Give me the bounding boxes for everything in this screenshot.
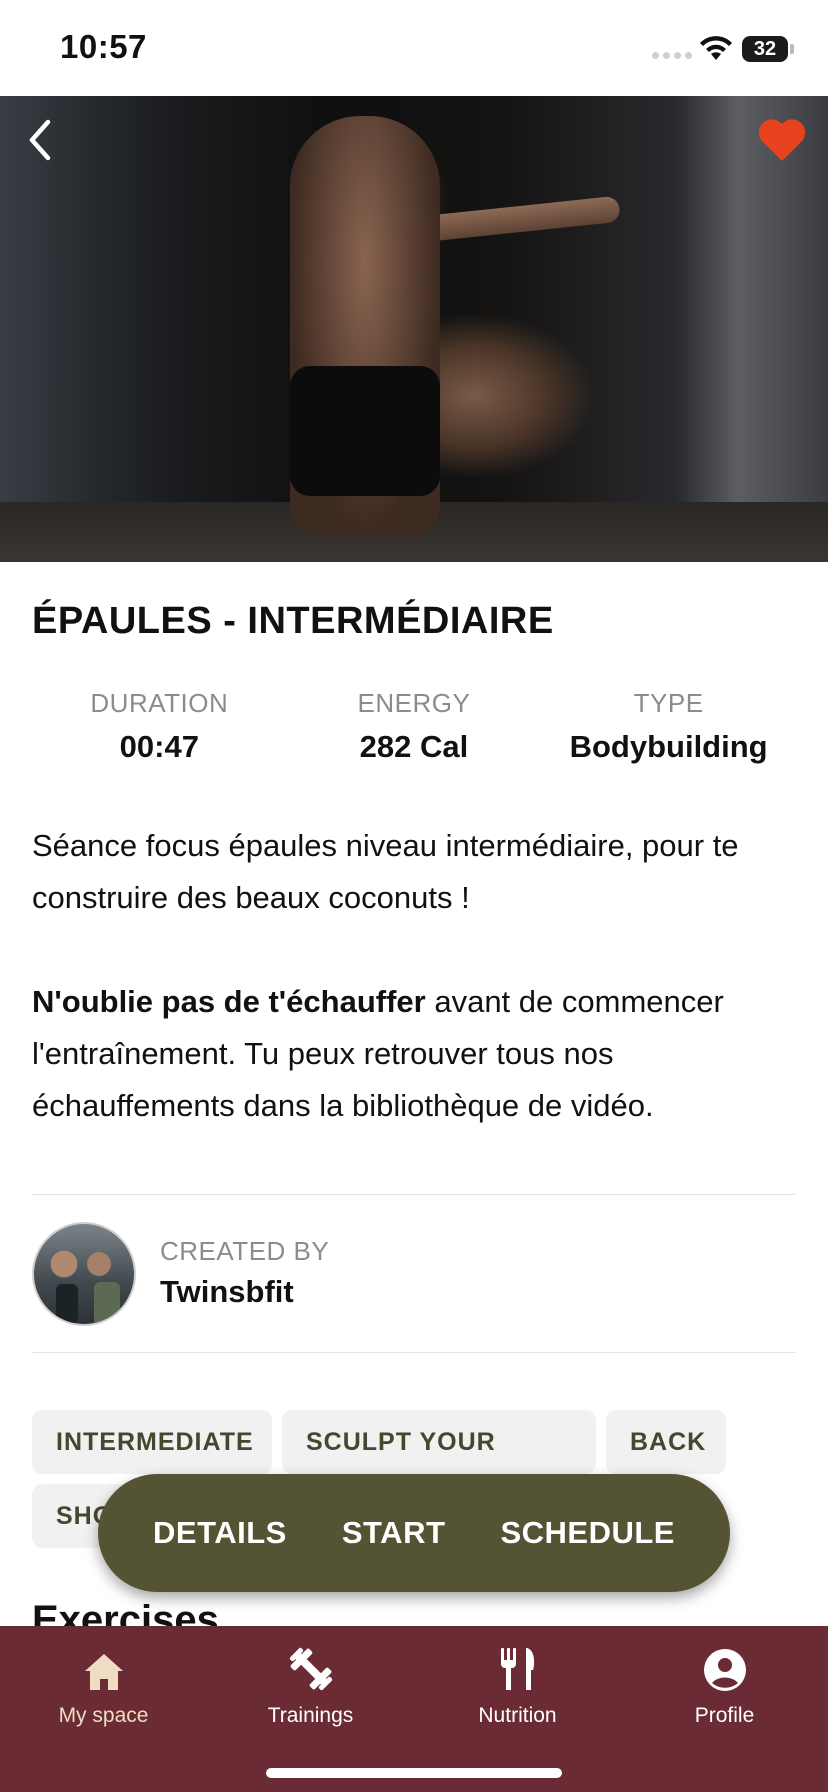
creator-label: CREATED BY xyxy=(160,1236,330,1266)
tab-label: Trainings xyxy=(267,1704,354,1727)
creator-card[interactable]: CREATED BY Twinsbfit xyxy=(32,1222,796,1326)
workout-hero-image xyxy=(0,96,828,562)
tag-chip[interactable]: SCULPT YOUR BODY xyxy=(282,1410,596,1520)
home-indicator[interactable] xyxy=(266,1768,562,1778)
tab-my-space[interactable]: My space xyxy=(0,1638,207,1728)
stat-label: DURATION xyxy=(90,688,229,718)
tab-label: Profile xyxy=(694,1704,755,1727)
schedule-button[interactable]: SCHEDULE xyxy=(500,1515,675,1551)
favorite-heart-icon[interactable] xyxy=(756,116,808,164)
start-button[interactable]: START xyxy=(342,1515,446,1551)
stat-value: 00:47 xyxy=(119,729,199,764)
tab-trainings[interactable]: Trainings xyxy=(207,1638,414,1728)
stat-duration: DURATION 00:47 xyxy=(32,688,287,765)
stat-value: 282 Cal xyxy=(359,729,469,764)
stat-label: TYPE xyxy=(633,688,704,718)
workout-action-bar: DETAILS START SCHEDULE xyxy=(98,1474,730,1592)
creator-avatar[interactable] xyxy=(32,1222,136,1326)
stat-energy: ENERGY 282 Cal xyxy=(287,688,542,765)
tab-label: My space xyxy=(58,1704,149,1727)
tab-label: Nutrition xyxy=(478,1704,557,1727)
divider xyxy=(32,1352,796,1353)
status-bar: 10:57 32 xyxy=(0,0,828,96)
home-icon xyxy=(84,1654,123,1690)
stat-label: ENERGY xyxy=(357,688,471,718)
workout-description: Séance focus épaules niveau intermédiair… xyxy=(32,820,802,1132)
tab-profile[interactable]: Profile xyxy=(621,1638,828,1728)
workout-stats: DURATION 00:47 ENERGY 282 Cal TYPE Bodyb… xyxy=(32,688,796,765)
fork-knife-icon xyxy=(500,1648,534,1690)
description-emphasis: N'oublie pas de t'échauffer xyxy=(32,984,426,1019)
tab-nutrition[interactable]: Nutrition xyxy=(414,1638,621,1728)
stat-value: Bodybuilding xyxy=(569,729,768,764)
workout-title: ÉPAULES - INTERMÉDIAIRE xyxy=(32,600,554,642)
stat-type: TYPE Bodybuilding xyxy=(541,688,796,765)
tag-chip[interactable]: INTERMEDIATE xyxy=(32,1410,272,1474)
battery-icon: 32 xyxy=(742,36,794,62)
tag-chip[interactable]: BACK xyxy=(606,1410,726,1474)
wifi-icon xyxy=(700,36,732,60)
dumbbell-icon xyxy=(289,1647,332,1691)
description-paragraph: Séance focus épaules niveau intermédiair… xyxy=(32,828,739,915)
creator-name[interactable]: Twinsbfit xyxy=(160,1274,294,1310)
divider xyxy=(32,1194,796,1195)
details-button[interactable]: DETAILS xyxy=(153,1515,287,1551)
cellular-signal-icon xyxy=(652,52,692,59)
profile-icon xyxy=(703,1649,746,1691)
status-time: 10:57 xyxy=(60,28,147,65)
battery-level: 32 xyxy=(753,38,777,60)
description-paragraph: N'oublie pas de t'échauffer avant de com… xyxy=(32,976,802,1132)
back-arrow-icon[interactable] xyxy=(22,116,58,164)
